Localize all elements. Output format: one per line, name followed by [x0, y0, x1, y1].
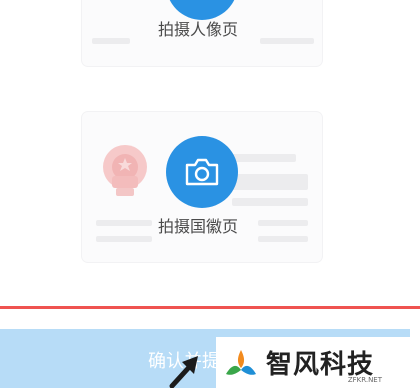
watermark-site: ZFKR.NET [347, 376, 382, 384]
placeholder-line [232, 154, 296, 162]
camera-icon [185, 158, 219, 186]
logo-icon [226, 349, 256, 375]
placeholder-line [232, 174, 308, 190]
emblem-icon [103, 145, 147, 196]
arrow-cursor-icon [169, 356, 198, 388]
portrait-upload-card[interactable]: 拍摄人像页 [82, 0, 322, 66]
emblem-caption: 拍摄国徽页 [158, 217, 239, 236]
placeholder-line [96, 236, 152, 242]
emblem-upload-card[interactable]: 拍摄国徽页 [82, 112, 322, 262]
placeholder-line [258, 220, 308, 226]
placeholder-line [92, 38, 130, 44]
watermark: 智风科技 ZFKR.NET [216, 337, 420, 388]
placeholder-line [96, 220, 152, 226]
placeholder-line [258, 236, 308, 242]
emblem-camera-button[interactable] [166, 136, 238, 208]
portrait-caption: 拍摄人像页 [158, 20, 239, 39]
placeholder-line [260, 38, 314, 44]
placeholder-line [232, 198, 308, 206]
